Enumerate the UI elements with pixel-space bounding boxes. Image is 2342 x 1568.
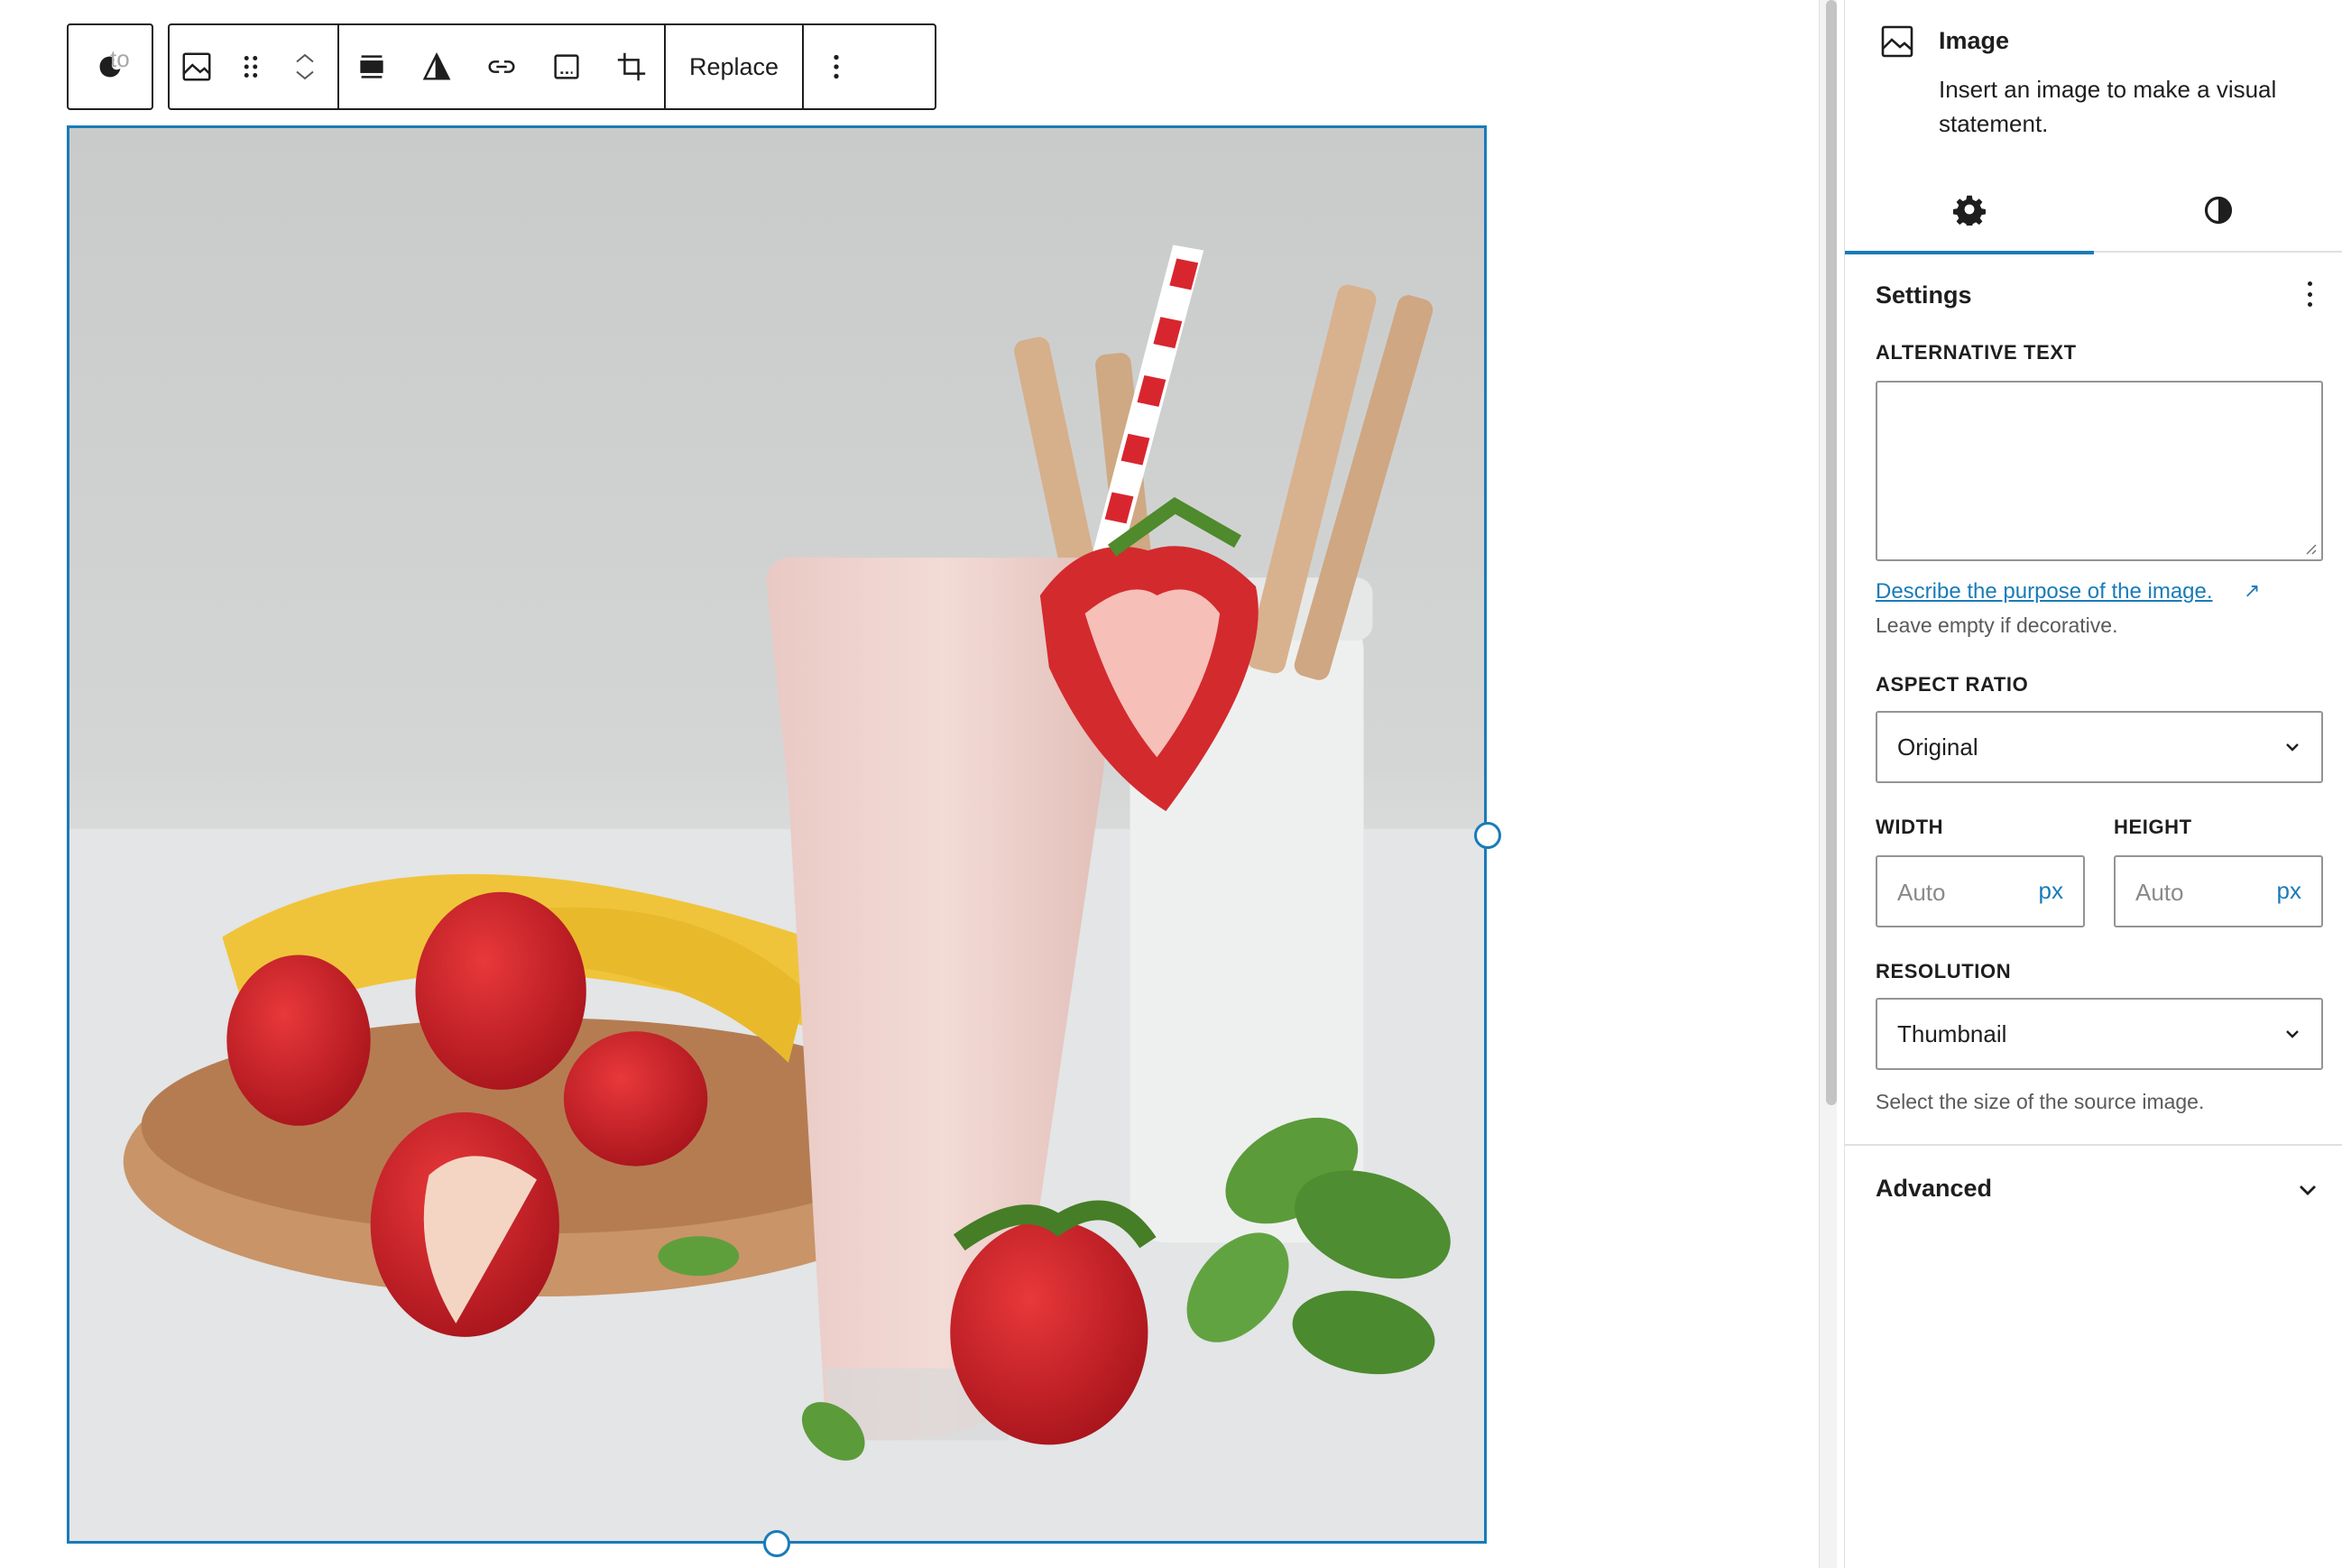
- caption-button[interactable]: [534, 25, 599, 108]
- height-label: HEIGHT: [2114, 816, 2192, 838]
- advanced-panel-toggle[interactable]: Advanced: [1876, 1175, 1992, 1203]
- width-input[interactable]: Auto px: [1876, 855, 2085, 927]
- block-description: Insert an image to make a visual stateme…: [1939, 76, 2277, 137]
- resolution-label: RESOLUTION: [1876, 960, 2012, 982]
- peek-text: to: [110, 45, 130, 72]
- duotone-button[interactable]: [404, 25, 469, 108]
- block-icon: [1879, 23, 1915, 60]
- gear-icon: [1953, 195, 1986, 226]
- block-toolbar: Replace: [168, 23, 936, 110]
- more-options-icon: [2307, 281, 2312, 286]
- width-label: WIDTH: [1876, 816, 1944, 838]
- aspect-ratio-label: ASPECT RATIO: [1876, 673, 2029, 696]
- more-options-button[interactable]: [804, 25, 869, 108]
- aspect-ratio-value: Original: [1897, 733, 1978, 761]
- alt-text-label: ALTERNATIVE TEXT: [1876, 341, 2077, 364]
- sidebar-tabs: [1845, 168, 2342, 254]
- replace-button[interactable]: Replace: [666, 25, 802, 108]
- alt-text-help-link[interactable]: Describe the purpose of the image.: [1876, 579, 2213, 604]
- height-input[interactable]: Auto px: [2114, 855, 2323, 927]
- resize-handle-right[interactable]: [1474, 822, 1501, 849]
- selected-image-block[interactable]: [67, 125, 1487, 1544]
- alt-text-help: Leave empty if decorative.: [1876, 613, 2118, 637]
- align-icon: [360, 55, 383, 78]
- tab-styles[interactable]: [2094, 168, 2342, 253]
- align-button[interactable]: [339, 25, 404, 108]
- link-button[interactable]: [469, 25, 534, 108]
- chevron-down-icon: [2286, 743, 2299, 752]
- mover: [278, 25, 332, 108]
- half-circle-icon: [2204, 196, 2233, 225]
- chevron-down-icon[interactable]: [2296, 1178, 2319, 1202]
- move-up-icon[interactable]: [291, 49, 318, 67]
- link-icon: [488, 60, 515, 73]
- panel-divider: [1845, 1144, 2342, 1146]
- resolution-help: Select the size of the source image.: [1876, 1090, 2205, 1113]
- duotone-icon: [422, 51, 451, 80]
- tab-settings[interactable]: [1845, 168, 2094, 254]
- image-icon: [182, 52, 211, 81]
- more-options-icon: [834, 54, 839, 79]
- block-settings-sidebar: Image Insert an image to make a visual s…: [1844, 0, 2342, 1568]
- chevron-down-icon: [2286, 1030, 2299, 1038]
- caption-icon: [554, 54, 579, 79]
- drag-handle[interactable]: [224, 25, 278, 108]
- image-block-button[interactable]: [170, 25, 224, 108]
- aspect-ratio-select[interactable]: Original: [1876, 711, 2323, 783]
- alt-text-field[interactable]: [1876, 381, 2323, 561]
- move-down-icon[interactable]: [291, 67, 318, 85]
- resize-handle-bottom[interactable]: [763, 1530, 790, 1557]
- height-unit-select[interactable]: px: [2277, 877, 2301, 905]
- crop-icon: [617, 52, 646, 81]
- settings-panel-title: Settings: [1876, 281, 1972, 309]
- drag-handle-icon: [244, 56, 258, 78]
- resolution-select[interactable]: Thumbnail: [1876, 998, 2323, 1070]
- width-unit-select[interactable]: px: [2039, 877, 2063, 905]
- block-title: Image: [1939, 27, 2010, 54]
- image-icon: [1881, 25, 1913, 58]
- settings-options-button[interactable]: [2296, 276, 2323, 312]
- crop-button[interactable]: [599, 25, 664, 108]
- canvas-scrollbar-thumb[interactable]: [1826, 0, 1837, 1105]
- resolution-value: Thumbnail: [1897, 1019, 2007, 1047]
- external-link-icon: ↗: [2244, 579, 2261, 602]
- smoothie-photo: [69, 128, 1484, 1541]
- width-placeholder: Auto: [1897, 879, 1946, 906]
- resize-grip-icon[interactable]: [2303, 541, 2318, 556]
- height-placeholder: Auto: [2135, 879, 2184, 906]
